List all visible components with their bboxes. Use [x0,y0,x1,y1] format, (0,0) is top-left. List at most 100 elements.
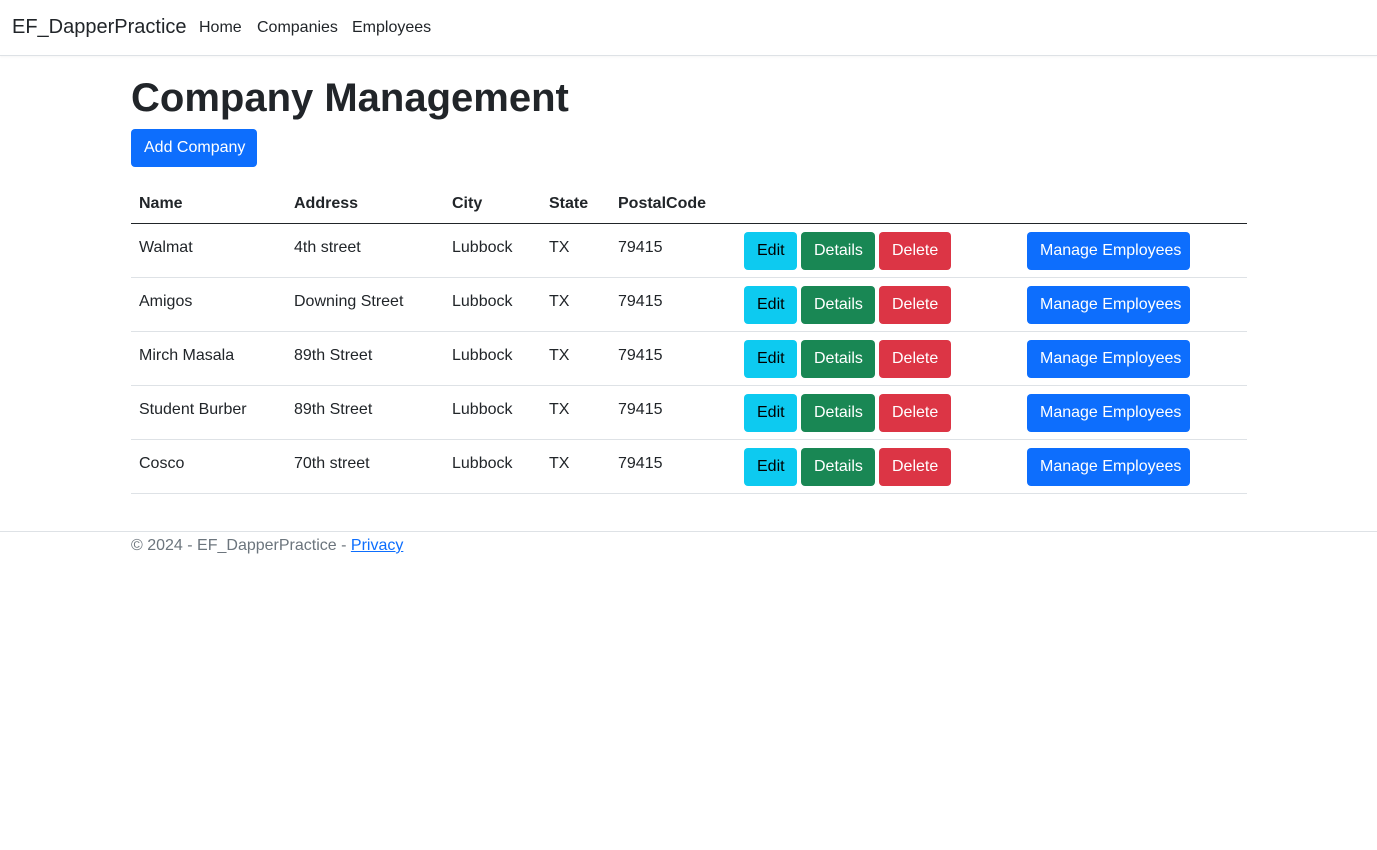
header-postalcode: PostalCode [610,184,736,224]
cell-city-text: Lubbock [452,401,513,418]
privacy-link[interactable]: Privacy [351,537,403,554]
cell-address: 89th Street [286,385,444,440]
add-company-button[interactable]: Add Company [131,129,257,167]
edit-button[interactable]: Edit [744,232,797,270]
cell-actions: Edit Details Delete [736,439,1019,494]
manage-employees-button[interactable]: Manage Employees [1027,448,1190,486]
table-row: Amigos Downing Street Lubbock TX 79415 Edit De… [131,277,1247,332]
table-row: Walmat 4th street Lubbock TX 79415 Edit Detail… [131,223,1247,278]
cell-city: Lubbock [444,223,541,278]
cell-manage: Manage Employees [1019,331,1247,386]
cell-address-text: 89th Street [294,401,373,418]
edit-button[interactable]: Edit [744,448,797,486]
cell-name: Cosco [131,439,286,494]
cell-postalcode: 79415 [610,385,736,440]
table-body: Walmat 4th street Lubbock TX 79415 Edit Detail… [131,223,1247,494]
footer: © 2024 - EF_DapperPractice - Privacy [0,531,1377,571]
cell-address: 70th street [286,439,444,494]
manage-employees-button[interactable]: Manage Employees [1027,394,1190,432]
cell-postalcode-text: 79415 [618,239,663,256]
cell-state: TX [541,277,610,332]
edit-button[interactable]: Edit [744,394,797,432]
cell-manage: Manage Employees [1019,385,1247,440]
header-manage [1019,184,1247,224]
details-button[interactable]: Details [801,394,875,432]
details-button[interactable]: Details [801,448,875,486]
header-name: Name [131,184,286,224]
cell-name-text: Walmat [139,239,193,256]
page-title: Company Management [131,76,569,120]
header-state: State [541,184,610,224]
details-button[interactable]: Details [801,340,875,378]
details-button[interactable]: Details [801,286,875,324]
table-header-row: Name Address City State PostalCode [131,184,1247,224]
cell-address: Downing Street [286,277,444,332]
nav-employees-link[interactable]: Employees [352,19,431,37]
delete-button[interactable]: Delete [879,232,951,270]
cell-actions: Edit Details Delete [736,223,1019,278]
cell-state-text: TX [549,347,570,364]
cell-state: TX [541,331,610,386]
delete-button[interactable]: Delete [879,448,951,486]
cell-postalcode-text: 79415 [618,293,663,310]
cell-address-text: 89th Street [294,347,373,364]
footer-text: © 2024 - EF_DapperPractice - Privacy [131,537,403,555]
table-row: Student Burber 89th Street Lubbock TX 79415 E… [131,385,1247,440]
cell-name: Amigos [131,277,286,332]
manage-employees-button[interactable]: Manage Employees [1027,340,1190,378]
cell-actions: Edit Details Delete [736,277,1019,332]
header-city: City [444,184,541,224]
cell-state-text: TX [549,455,570,472]
cell-state-text: TX [549,293,570,310]
cell-name-text: Cosco [139,455,185,472]
cell-city-text: Lubbock [452,293,513,310]
cell-address-text: Downing Street [294,293,404,310]
cell-postalcode-text: 79415 [618,455,663,472]
cell-city: Lubbock [444,331,541,386]
delete-button[interactable]: Delete [879,394,951,432]
cell-name-text: Student Burber [139,401,247,418]
cell-name: Mirch Masala [131,331,286,386]
cell-manage: Manage Employees [1019,439,1247,494]
manage-employees-button[interactable]: Manage Employees [1027,286,1190,324]
cell-state-text: TX [549,239,570,256]
cell-manage: Manage Employees [1019,277,1247,332]
cell-address: 89th Street [286,331,444,386]
cell-postalcode-text: 79415 [618,401,663,418]
delete-button[interactable]: Delete [879,286,951,324]
companies-table: Name Address City State PostalCode Walma… [131,184,1247,494]
edit-button[interactable]: Edit [744,286,797,324]
cell-postalcode: 79415 [610,439,736,494]
brand-link[interactable]: EF_DapperPractice [12,16,187,39]
cell-name-text: Mirch Masala [139,347,235,364]
cell-city-text: Lubbock [452,239,513,256]
cell-address: 4th street [286,223,444,278]
delete-button[interactable]: Delete [879,340,951,378]
edit-button[interactable]: Edit [744,340,797,378]
cell-state: TX [541,385,610,440]
cell-state: TX [541,223,610,278]
cell-city: Lubbock [444,385,541,440]
top-navbar: EF_DapperPractice Home Companies Employe… [0,0,1377,56]
cell-name-text: Amigos [139,293,193,310]
cell-address-text: 70th street [294,455,370,472]
cell-address-text: 4th street [294,239,361,256]
cell-actions: Edit Details Delete [736,385,1019,440]
cell-city-text: Lubbock [452,347,513,364]
cell-postalcode: 79415 [610,331,736,386]
nav-home-link[interactable]: Home [199,19,242,37]
cell-name: Walmat [131,223,286,278]
header-address: Address [286,184,444,224]
cell-city: Lubbock [444,439,541,494]
header-actions [736,184,1019,224]
cell-postalcode-text: 79415 [618,347,663,364]
cell-state: TX [541,439,610,494]
footer-copyright: © 2024 - EF_DapperPractice - [131,537,347,554]
cell-state-text: TX [549,401,570,418]
nav-companies-link[interactable]: Companies [257,19,338,37]
cell-actions: Edit Details Delete [736,331,1019,386]
cell-manage: Manage Employees [1019,223,1247,278]
details-button[interactable]: Details [801,232,875,270]
table-row: Cosco 70th street Lubbock TX 79415 Edit Detail… [131,439,1247,494]
manage-employees-button[interactable]: Manage Employees [1027,232,1190,270]
